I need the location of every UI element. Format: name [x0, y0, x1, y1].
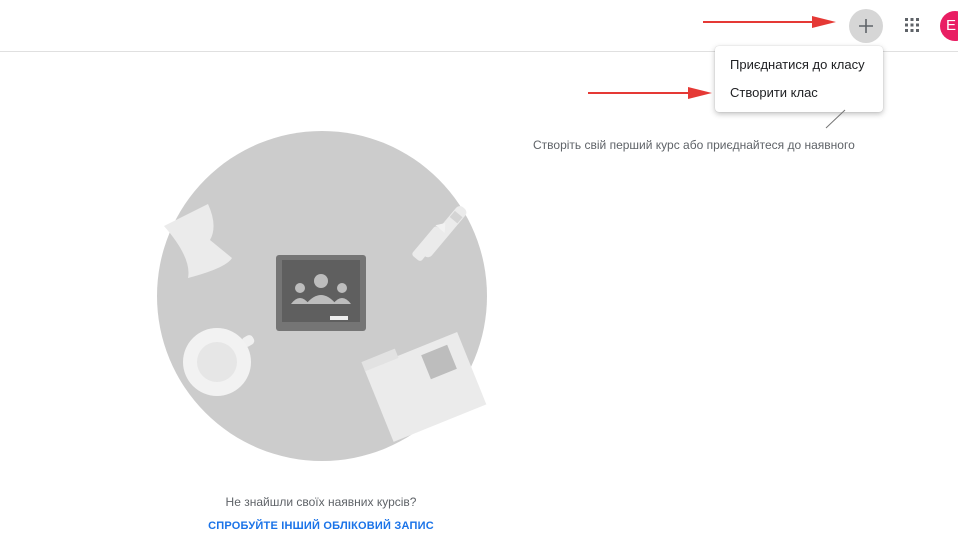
- add-class-button[interactable]: [849, 9, 883, 43]
- account-avatar[interactable]: E: [940, 11, 958, 41]
- classroom-illustration: [157, 131, 487, 461]
- top-bar: E: [0, 0, 958, 52]
- classroom-page: E Приєднатися до класу Створити клас Ств…: [0, 0, 958, 537]
- empty-state-hint: Створіть свій перший курс або приєднайте…: [533, 138, 855, 152]
- grid-icon: [905, 18, 919, 32]
- arrow-to-create-class: [588, 87, 712, 99]
- pointer-line: [825, 109, 846, 129]
- plus-icon: [859, 19, 873, 33]
- add-menu: Приєднатися до класу Створити клас: [715, 46, 883, 112]
- no-courses-message: Не знайшли своїх наявних курсів?: [225, 495, 417, 509]
- menu-item-join-class[interactable]: Приєднатися до класу: [715, 51, 883, 79]
- try-another-account-link[interactable]: СПРОБУЙТЕ ІНШИЙ ОБЛІКОВИЙ ЗАПИС: [0, 520, 642, 532]
- menu-item-create-class[interactable]: Створити клас: [715, 79, 883, 107]
- apps-button[interactable]: [900, 13, 924, 37]
